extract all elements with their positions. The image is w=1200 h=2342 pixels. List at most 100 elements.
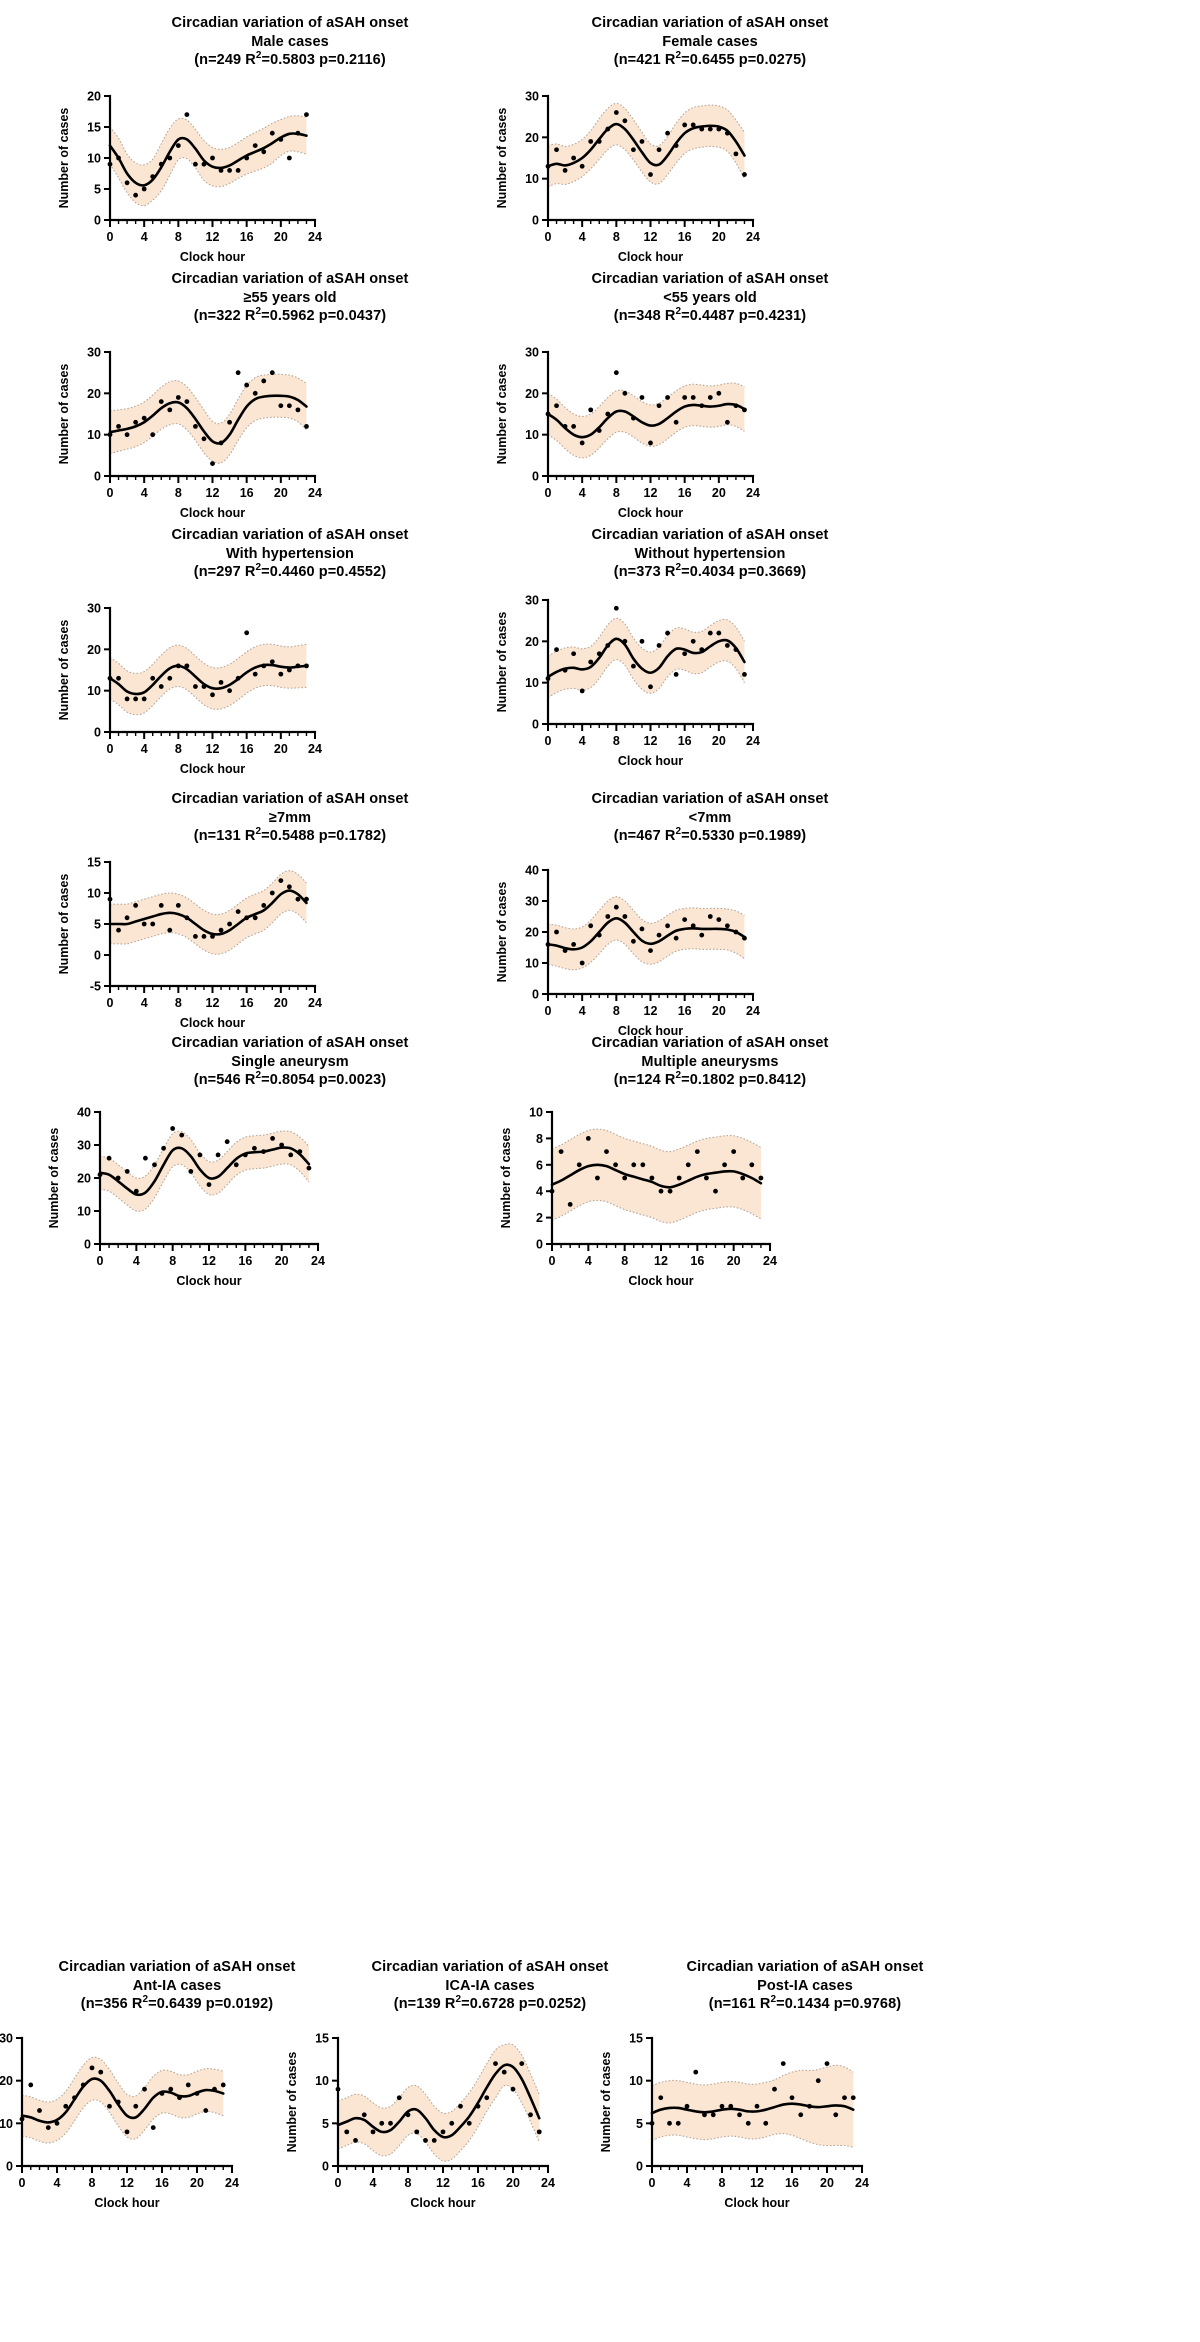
data-point [167, 155, 173, 161]
x-tick-label: 8 [169, 1254, 176, 1268]
confidence-band-fill [100, 1130, 309, 1212]
x-tick-label: 24 [308, 996, 322, 1010]
data-point [244, 630, 250, 636]
data-point [622, 1175, 628, 1181]
y-axis-label: Number of cases [499, 1128, 513, 1229]
x-tick-label: 0 [19, 2176, 26, 2190]
data-point [175, 903, 181, 908]
data-point [306, 1165, 312, 1171]
data-point [379, 2120, 385, 2126]
data-point [133, 696, 139, 702]
y-tick-label: 4 [536, 1185, 543, 1199]
data-point [713, 1188, 718, 1194]
data-point [141, 415, 147, 421]
data-point [143, 1155, 148, 1161]
data-point [150, 174, 156, 179]
data-point [124, 696, 130, 702]
data-point [405, 2112, 411, 2118]
y-tick-label: 0 [532, 988, 539, 1002]
data-point [261, 903, 267, 908]
chart-stats: (n=421 R2=0.6455 p=0.0275) [613, 50, 807, 68]
data-point [667, 2120, 672, 2126]
y-axis-label: Number of cases [47, 1128, 61, 1229]
x-tick-label: 0 [649, 2176, 656, 2190]
data-point [707, 395, 713, 400]
data-point [675, 2120, 681, 2126]
data-point [227, 419, 232, 425]
x-axis-label: Clock hour [618, 506, 683, 520]
data-point [742, 935, 747, 941]
data-point [640, 1162, 646, 1168]
data-point [656, 932, 662, 938]
data-point [605, 411, 611, 417]
y-tick-label: 40 [525, 864, 539, 878]
x-tick-label: 20 [712, 230, 726, 244]
data-point [170, 1126, 176, 1131]
plot-area-age_ge55: 0 10 20 30 0 4 8 12 16 20 24 Clock hour Number of ca… [52, 336, 333, 524]
data-point [158, 903, 164, 908]
data-point [344, 2129, 350, 2135]
data-point [704, 1175, 709, 1181]
x-tick-label: 4 [579, 1004, 586, 1018]
data-point [80, 2082, 86, 2088]
data-point [554, 929, 559, 935]
y-tick-label: 0 [536, 1238, 543, 1252]
data-point [278, 671, 284, 677]
data-point [431, 2138, 437, 2143]
y-tick-label: 5 [322, 2117, 329, 2131]
data-point [622, 118, 628, 124]
data-point [622, 638, 628, 644]
x-tick-label: 4 [141, 486, 148, 500]
data-point [733, 647, 739, 652]
x-tick-label: 8 [613, 486, 620, 500]
data-point [278, 878, 284, 883]
chart-title-line1: Circadian variation of aSAH onset [686, 1959, 924, 1975]
data-point [742, 407, 747, 413]
y-axis-label: Number of cases [599, 2052, 613, 2153]
data-point [579, 440, 585, 446]
plot-area-ge7mm: -5 0 5 10 15 0 4 8 12 16 20 24 Clock hour Number of c… [52, 846, 333, 1034]
x-axis-label: Clock hour [628, 1274, 693, 1288]
chart-stats: (n=467 R2=0.5330 p=0.1989) [613, 826, 807, 844]
data-point [175, 395, 181, 400]
plot-area-male: 0 5 10 15 20 0 4 8 12 16 20 24 Clock hour Number of c… [52, 80, 333, 268]
x-tick-label: 20 [275, 1254, 289, 1268]
y-axis-label: Number of cases [285, 2052, 299, 2153]
data-point [158, 684, 164, 689]
y-axis-label: Number of cases [495, 108, 509, 209]
data-point [269, 890, 275, 896]
chart-stats: (n=131 R2=0.5488 p=0.1782) [193, 826, 387, 844]
y-tick-label: 30 [0, 2032, 13, 2046]
y-tick-label: 10 [0, 2117, 13, 2131]
data-point [269, 370, 275, 376]
x-tick-label: 16 [155, 2176, 169, 2190]
x-tick-label: 4 [133, 1254, 140, 1268]
data-point [649, 1175, 655, 1181]
chart-stats: (n=161 R2=0.1434 p=0.9768) [708, 1994, 902, 2012]
x-tick-label: 8 [613, 734, 620, 748]
data-point [269, 130, 275, 136]
data-point [510, 2086, 516, 2092]
x-tick-label: 24 [763, 1254, 777, 1268]
data-point [158, 399, 164, 404]
chart-title-multiple_aneurysms: Circadian variation of aSAH onset Multipl… [515, 1034, 905, 1090]
x-tick-label: 12 [206, 486, 220, 500]
data-point [115, 2099, 121, 2105]
data-point [304, 112, 309, 117]
y-tick-label: 30 [87, 346, 101, 360]
data-point [279, 1142, 285, 1148]
data-point [252, 671, 258, 677]
chart-stats: (n=348 R2=0.4487 p=0.4231) [613, 306, 807, 324]
x-tick-label: 16 [690, 1254, 704, 1268]
data-point [295, 130, 301, 136]
data-point [458, 2103, 463, 2109]
data-point [754, 2103, 760, 2109]
y-tick-label: 15 [87, 121, 101, 135]
y-tick-label: 20 [525, 635, 539, 649]
data-point [278, 403, 284, 409]
x-tick-label: 24 [746, 734, 760, 748]
chart-title-male: Circadian variation of aSAH onset Male ca… [95, 14, 485, 70]
data-point [716, 126, 722, 132]
y-tick-label: 30 [77, 1139, 91, 1153]
x-axis-label: Clock hour [618, 250, 683, 264]
